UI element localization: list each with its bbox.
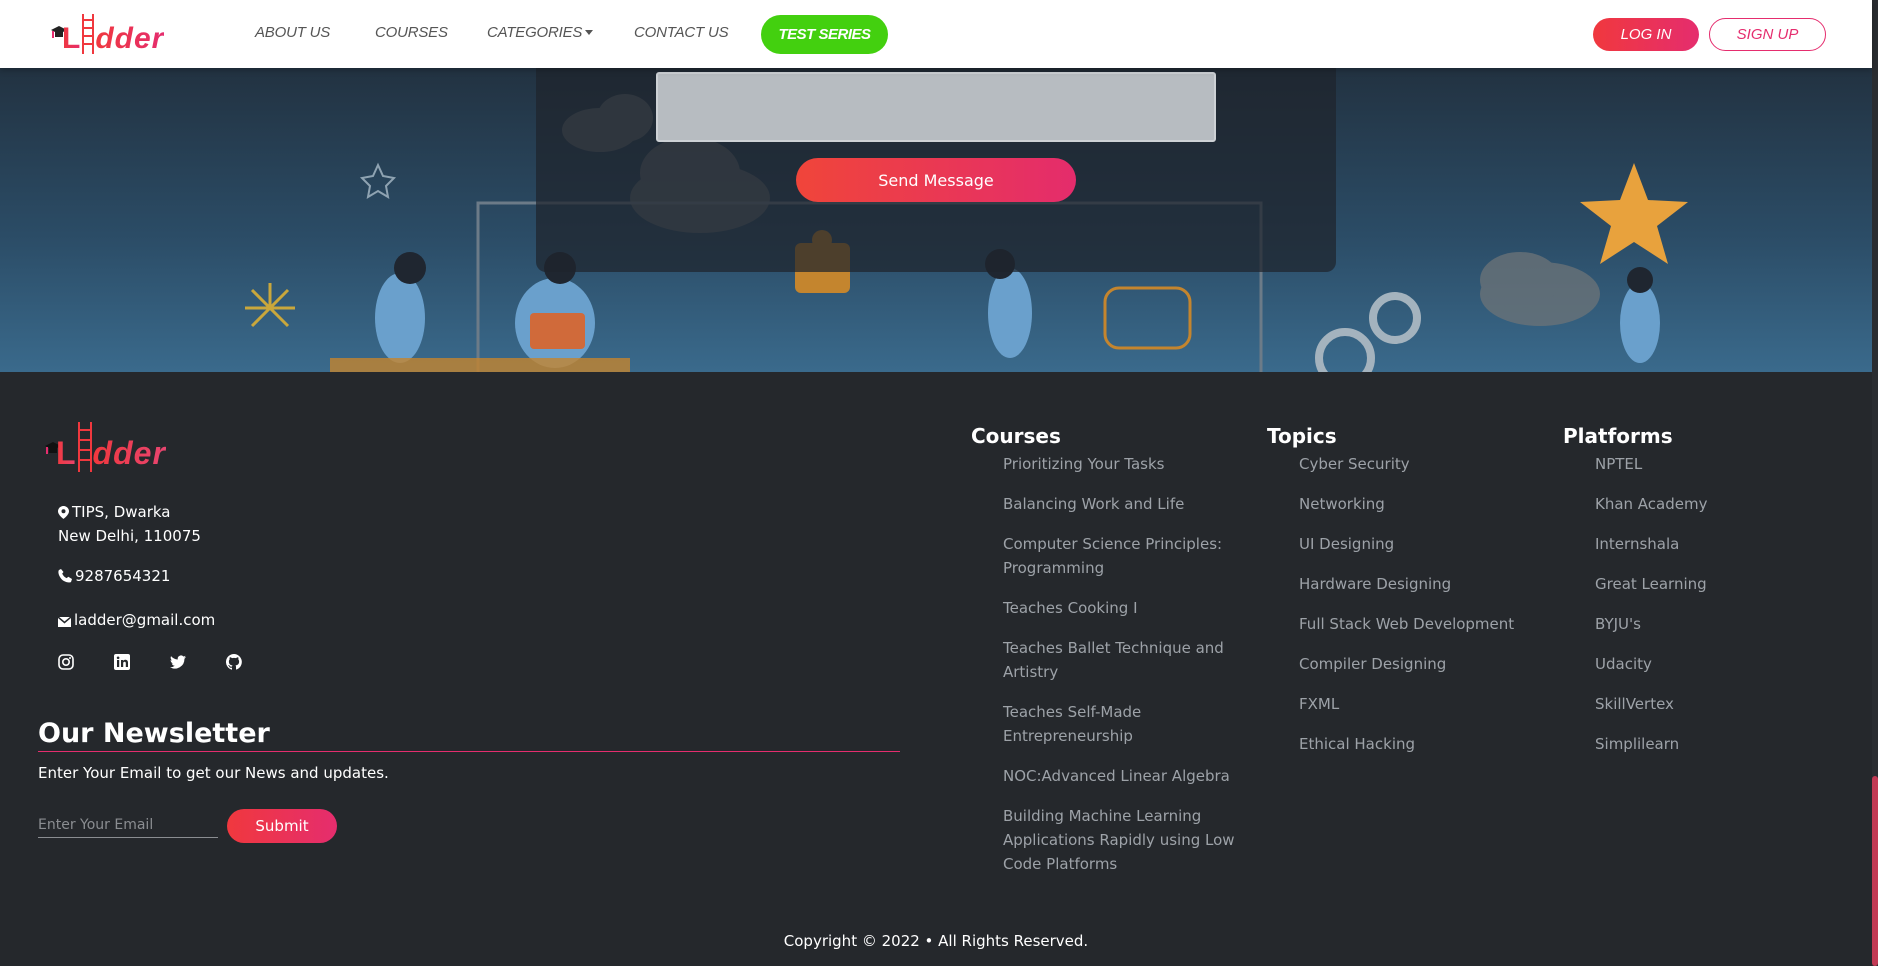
github-icon[interactable] (225, 654, 242, 670)
location-pin-icon (58, 506, 69, 519)
page-scrollbar[interactable] (1872, 0, 1878, 966)
newsletter-description: Enter Your Email to get our News and upd… (38, 764, 389, 782)
platform-link[interactable]: Simplilearn (1595, 732, 1833, 756)
topics-heading: Topics (1267, 424, 1337, 448)
signup-button[interactable]: SIGN UP (1709, 18, 1826, 51)
copyright-text: Copyright © 2022 • All Rights Reserved. (783, 932, 1089, 950)
newsletter-submit-button[interactable]: Submit (227, 809, 337, 843)
topic-link[interactable]: Cyber Security (1299, 452, 1557, 476)
course-link[interactable]: Teaches Ballet Technique and Artistry (1003, 636, 1241, 684)
topic-link[interactable]: Full Stack Web Development (1299, 612, 1557, 636)
footer-logo-cap: L (56, 435, 77, 471)
platform-link[interactable]: SkillVertex (1595, 692, 1833, 716)
logo-text: dder (95, 22, 165, 55)
footer: L dder TIPS, Dwarka New Delhi, 110075 92… (0, 372, 1872, 966)
caret-down-icon (585, 30, 594, 35)
footer-logo[interactable]: L dder (44, 420, 166, 472)
contact-section: Send Message (0, 68, 1872, 372)
logo-cap: L (62, 22, 82, 55)
platforms-heading: Platforms (1563, 424, 1673, 448)
platform-link[interactable]: BYJU's (1595, 612, 1833, 636)
newsletter-title: Our Newsletter (38, 718, 900, 752)
navbar: L dder ABOUT US COURSES CATEGORIES CONTA… (0, 0, 1872, 68)
brand-logo[interactable]: L dder (50, 8, 164, 56)
courses-heading: Courses (971, 424, 1061, 448)
phone-icon (58, 569, 72, 583)
topic-link[interactable]: UI Designing (1299, 532, 1557, 556)
course-link[interactable]: Teaches Cooking I (1003, 596, 1241, 620)
address-line2: New Delhi, 110075 (58, 527, 201, 545)
platform-link[interactable]: Great Learning (1595, 572, 1833, 596)
nav-categories-label: CATEGORIES (487, 24, 583, 41)
course-link[interactable]: Computer Science Principles: Programming (1003, 532, 1241, 580)
ladder-icon (82, 14, 95, 54)
phone-number: 9287654321 (75, 567, 171, 585)
scrollbar-thumb[interactable] (1872, 776, 1878, 966)
newsletter-email-input[interactable] (38, 812, 218, 838)
test-series-button[interactable]: TEST SERIES (761, 15, 888, 54)
address-line1: TIPS, Dwarka (72, 503, 171, 521)
course-link[interactable]: Prioritizing Your Tasks (1003, 452, 1241, 476)
platforms-column: Platforms NPTEL Khan Academy Internshala… (1563, 424, 1833, 772)
social-links (58, 654, 242, 670)
topic-link[interactable]: Compiler Designing (1299, 652, 1557, 676)
twitter-icon[interactable] (170, 654, 186, 670)
platform-link[interactable]: Udacity (1595, 652, 1833, 676)
topics-column: Topics Cyber Security Networking UI Desi… (1267, 424, 1557, 772)
instagram-icon[interactable] (58, 654, 74, 670)
course-link[interactable]: Building Machine Learning Applications R… (1003, 804, 1241, 876)
nav-courses[interactable]: COURSES (375, 24, 448, 41)
linkedin-icon[interactable] (114, 654, 130, 670)
email-address: ladder@gmail.com (74, 611, 216, 629)
platform-link[interactable]: Khan Academy (1595, 492, 1833, 516)
login-button[interactable]: LOG IN (1593, 18, 1699, 51)
courses-column: Courses Prioritizing Your Tasks Balancin… (971, 424, 1241, 892)
mail-icon (57, 616, 72, 627)
message-textarea[interactable] (656, 72, 1216, 142)
topic-link[interactable]: Ethical Hacking (1299, 732, 1557, 756)
topic-link[interactable]: Hardware Designing (1299, 572, 1557, 596)
nav-about[interactable]: ABOUT US (255, 24, 330, 41)
course-link[interactable]: NOC:Advanced Linear Algebra (1003, 764, 1241, 788)
nav-categories[interactable]: CATEGORIES (487, 24, 594, 41)
course-link[interactable]: Teaches Self-Made Entrepreneurship (1003, 700, 1241, 748)
phone-row: 9287654321 (58, 564, 170, 588)
address-block: TIPS, Dwarka New Delhi, 110075 (58, 500, 201, 548)
platform-link[interactable]: NPTEL (1595, 452, 1833, 476)
ladder-icon (77, 422, 92, 472)
email-row: ladder@gmail.com (57, 608, 216, 632)
footer-logo-text: dder (92, 435, 166, 471)
topic-link[interactable]: Networking (1299, 492, 1557, 516)
nav-contact[interactable]: CONTACT US (634, 24, 729, 41)
course-link[interactable]: Balancing Work and Life (1003, 492, 1241, 516)
platform-link[interactable]: Internshala (1595, 532, 1833, 556)
contact-form-card: Send Message (536, 68, 1336, 272)
topic-link[interactable]: FXML (1299, 692, 1557, 716)
send-message-button[interactable]: Send Message (796, 158, 1076, 202)
